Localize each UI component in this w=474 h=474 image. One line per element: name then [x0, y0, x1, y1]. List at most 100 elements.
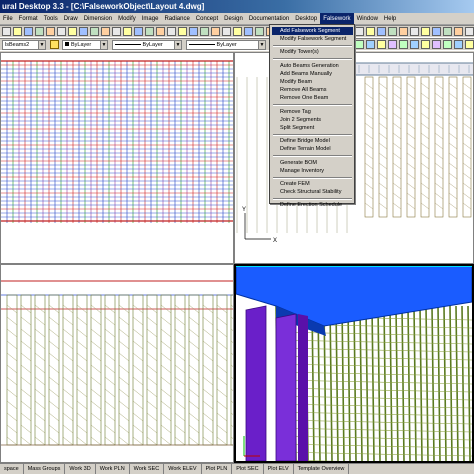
toolbar-icon[interactable]	[255, 27, 264, 36]
menu-item-remove-tag[interactable]: Remove Tag	[272, 108, 353, 116]
toolbar-icon[interactable]	[68, 27, 77, 36]
toolbar-icon[interactable]	[355, 27, 364, 36]
menu-image[interactable]: Image	[139, 13, 162, 25]
toolbar-icon[interactable]	[233, 27, 242, 36]
toolbar-icon[interactable]	[90, 27, 99, 36]
menu-help[interactable]: Help	[381, 13, 399, 25]
chevron-down-icon[interactable]: ▼	[100, 41, 107, 49]
toolbar-icon[interactable]	[57, 27, 66, 36]
toolbar-icon[interactable]	[399, 40, 408, 49]
toolbar-icon[interactable]	[167, 27, 176, 36]
menu-design[interactable]: Design	[221, 13, 246, 25]
toolbar-icon[interactable]	[388, 40, 397, 49]
toolbar-icon[interactable]	[355, 40, 364, 49]
layer-combo[interactable]: lsBeams2 ▼	[2, 40, 46, 50]
menu-concept[interactable]: Concept	[193, 13, 221, 25]
linetype-combo[interactable]: ByLayer ▼	[112, 40, 182, 50]
toolbar-icon[interactable]	[35, 27, 44, 36]
toolbar-icon[interactable]	[24, 27, 33, 36]
layout-tab[interactable]: Plot SEC	[232, 464, 264, 474]
toolbar-icon[interactable]	[222, 27, 231, 36]
layout-tab[interactable]: space	[0, 464, 24, 474]
toolbar-icon[interactable]	[388, 27, 397, 36]
toolbar-icon[interactable]	[101, 27, 110, 36]
toolbar-icon[interactable]	[79, 27, 88, 36]
layout-tab[interactable]: Work 3D	[65, 464, 96, 474]
layout-tab[interactable]: Plot PLN	[202, 464, 233, 474]
layout-tab[interactable]: Template Overview	[294, 464, 350, 474]
menu-format[interactable]: Format	[16, 13, 41, 25]
toolbar-icon[interactable]	[145, 27, 154, 36]
toolbar-icon[interactable]	[410, 40, 419, 49]
menu-item-add-falsework-segment[interactable]: Add Falsework Segment	[272, 27, 353, 35]
toolbar-icon[interactable]	[454, 40, 463, 49]
toolbar-icon[interactable]	[410, 27, 419, 36]
layout-tab[interactable]: Work SEC	[130, 464, 165, 474]
menu-item-create-fem[interactable]: Create FEM	[272, 180, 353, 188]
toolbar-icon[interactable]	[454, 27, 463, 36]
menu-modify[interactable]: Modify	[115, 13, 139, 25]
menu-dimension[interactable]: Dimension	[81, 13, 115, 25]
toolbar-icon[interactable]	[112, 27, 121, 36]
layout-tab[interactable]: Mass Groups	[24, 464, 66, 474]
toolbar-icon[interactable]	[211, 27, 220, 36]
chevron-down-icon[interactable]: ▼	[38, 41, 45, 49]
toolbar-icon[interactable]	[432, 27, 441, 36]
toolbar-icon[interactable]	[366, 40, 375, 49]
viewport-section[interactable]	[0, 264, 234, 463]
menu-draw[interactable]: Draw	[61, 13, 81, 25]
menu-radiance[interactable]: Radiance	[161, 13, 192, 25]
menu-item-modify-beam[interactable]: Modify Beam	[272, 78, 353, 86]
layer-icon[interactable]	[50, 40, 59, 49]
toolbar-icon[interactable]	[2, 27, 11, 36]
menu-window[interactable]: Window	[354, 13, 381, 25]
menu-item-modify-tower-s[interactable]: Modify Tower(s)	[272, 48, 353, 56]
toolbar-icon[interactable]	[432, 40, 441, 49]
toolbar-icon[interactable]	[465, 40, 474, 49]
viewport-plan[interactable]	[0, 52, 234, 264]
toolbar-icon[interactable]	[134, 27, 143, 36]
toolbar-icon[interactable]	[366, 27, 375, 36]
layout-tab[interactable]: Work PLN	[96, 464, 130, 474]
toolbar-icon[interactable]	[421, 27, 430, 36]
lineweight-combo[interactable]: ByLayer ▼	[186, 40, 266, 50]
toolbar-icon[interactable]	[443, 27, 452, 36]
menu-item-split-segment[interactable]: Split Segment	[272, 124, 353, 132]
menu-item-remove-one-beam[interactable]: Remove One Beam	[272, 94, 353, 102]
menu-file[interactable]: File	[0, 13, 16, 25]
tower-brace	[462, 92, 472, 100]
menu-item-remove-all-beams[interactable]: Remove All Beams	[272, 86, 353, 94]
toolbar-icon[interactable]	[421, 40, 430, 49]
toolbar-icon[interactable]	[156, 27, 165, 36]
layer-filter-combo[interactable]: ByLayer ▼	[62, 40, 108, 50]
menu-item-define-bridge-model[interactable]: Define Bridge Model	[272, 137, 353, 145]
toolbar-icon[interactable]	[123, 27, 132, 36]
toolbar-icon[interactable]	[178, 27, 187, 36]
toolbar-icon[interactable]	[465, 27, 474, 36]
menu-item-manage-inventory[interactable]: Manage Inventory	[272, 167, 353, 175]
toolbar-icon[interactable]	[399, 27, 408, 36]
toolbar-icon[interactable]	[200, 27, 209, 36]
menu-item-join-2-segments[interactable]: Join 2 Segments	[272, 116, 353, 124]
menu-item-add-beams-manually[interactable]: Add Beams Manually	[272, 70, 353, 78]
menu-item-define-erection-schedule[interactable]: Define Erection Schedule	[272, 201, 353, 209]
menu-item-define-terrain-model[interactable]: Define Terrain Model	[272, 145, 353, 153]
tower-brace	[392, 152, 402, 160]
chevron-down-icon[interactable]: ▼	[258, 41, 265, 49]
toolbar-icon[interactable]	[13, 27, 22, 36]
viewport-3d[interactable]	[234, 264, 474, 463]
layout-tab[interactable]: Work ELEV	[164, 464, 202, 474]
toolbar-icon[interactable]	[189, 27, 198, 36]
toolbar-icon[interactable]	[377, 40, 386, 49]
menu-item-auto-beams-generation[interactable]: Auto Beams Generation	[272, 62, 353, 70]
layout-tab[interactable]: Plot ELV	[264, 464, 294, 474]
chevron-down-icon[interactable]: ▼	[174, 41, 181, 49]
menu-tools[interactable]: Tools	[41, 13, 61, 25]
toolbar-icon[interactable]	[443, 40, 452, 49]
menu-item-modify-falsework-segment[interactable]: Modify Falsework Segment	[272, 35, 353, 43]
menu-item-generate-bom[interactable]: Generate BOM	[272, 159, 353, 167]
toolbar-icon[interactable]	[244, 27, 253, 36]
toolbar-icon[interactable]	[46, 27, 55, 36]
menu-item-check-structural-stability[interactable]: Check Structural Stability	[272, 188, 353, 196]
toolbar-icon[interactable]	[377, 27, 386, 36]
